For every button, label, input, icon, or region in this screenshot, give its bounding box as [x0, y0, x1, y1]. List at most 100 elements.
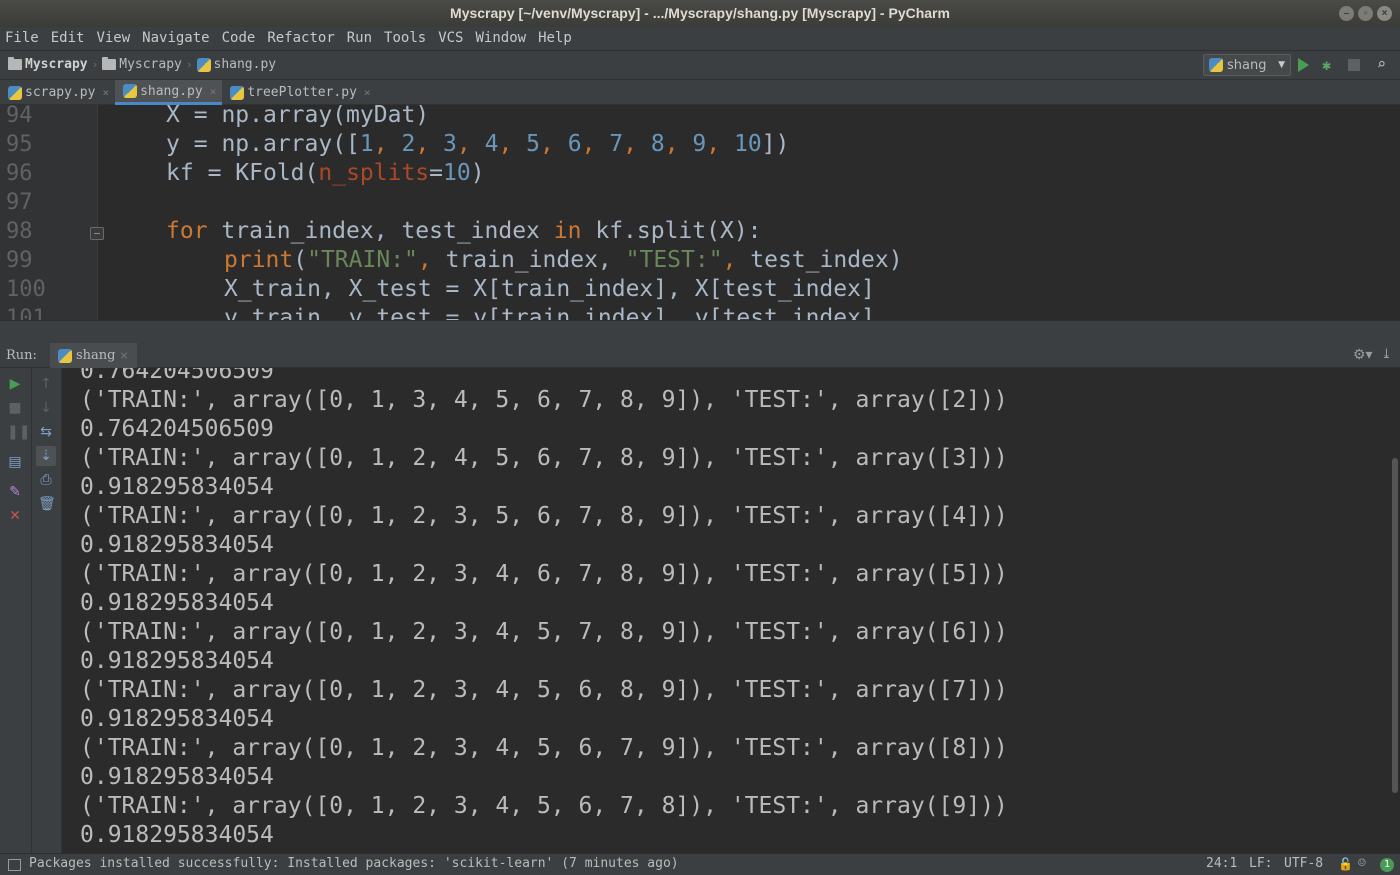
event-log-icon[interactable]: 1 [1380, 858, 1394, 872]
close-tab-icon[interactable]: × [120, 349, 129, 362]
console-line: 0.764204506509 [80, 416, 274, 442]
menu-code[interactable]: Code [216, 27, 262, 50]
close-tab-icon[interactable]: × [364, 86, 371, 99]
close-icon[interactable]: × [1377, 6, 1392, 21]
line-separator[interactable]: LF: [1249, 856, 1272, 871]
chevron-down-icon: ▼ [1278, 60, 1285, 70]
console-line: ('TRAIN:', array([0, 1, 3, 4, 5, 6, 7, 8… [80, 387, 1008, 413]
arrow-down-icon[interactable]: ↓ [38, 400, 54, 416]
breadcrumb-folder[interactable]: Myscrapy [102, 57, 182, 72]
code-editor[interactable]: 94 95 96 97 98 99 100 101 X = np.array(m… [0, 105, 1400, 320]
status-message[interactable]: Packages installed successfully: Install… [29, 856, 679, 871]
run-icon[interactable] [1298, 58, 1309, 72]
python-file-icon [8, 85, 22, 100]
run-tab-shang[interactable]: shang × [50, 343, 137, 368]
code-line-98: for train_index, test_index in kf.split(… [166, 218, 762, 244]
status-bar: Packages installed successfully: Install… [0, 853, 1400, 875]
tab-label: scrapy.py [25, 85, 96, 100]
caret-position[interactable]: 24:1 [1206, 856, 1237, 871]
folder-icon [102, 57, 117, 70]
breadcrumb-separator: › [185, 58, 193, 71]
window-titlebar: Myscrapy [~/venv/Myscrapy] - .../Myscrap… [0, 0, 1400, 27]
inspector-icon[interactable]: ☺ [1358, 856, 1366, 871]
stop-icon[interactable] [1348, 59, 1360, 71]
menu-bar: File Edit View Navigate Code Refactor Ru… [0, 27, 1400, 50]
navigation-bar: Myscrapy › Myscrapy › shang.py shang ▼ ✱… [0, 50, 1400, 80]
hide-panel-icon[interactable]: ⤓ [1381, 347, 1392, 362]
run-tab-label: shang [76, 348, 116, 363]
maximize-icon[interactable]: ▫ [1358, 6, 1373, 21]
console-line: ('TRAIN:', array([0, 1, 2, 3, 4, 5, 7, 8… [80, 619, 1008, 645]
editor-tabs: scrapy.py × shang.py × treePlotter.py × [0, 80, 1400, 105]
toolbar-divider [31, 368, 32, 853]
run-panel-header: Run: shang × ⚙▾ ⤓ [0, 343, 1400, 368]
python-file-icon [230, 85, 245, 100]
breadcrumb: Myscrapy › Myscrapy › shang.py [8, 57, 276, 72]
line-number: 97 [6, 190, 33, 215]
close-icon[interactable]: ✕ [7, 508, 23, 524]
line-number: 95 [6, 132, 33, 157]
menu-refactor[interactable]: Refactor [261, 27, 340, 50]
python-file-icon [196, 57, 211, 72]
console-line: 0.764204506509 [80, 368, 274, 384]
console-scrollbar[interactable] [1392, 458, 1398, 793]
code-line-100: X_train, X_test = X[train_index], X[test… [224, 276, 875, 302]
debug-icon[interactable]: ✱ [1322, 57, 1336, 73]
tab-scrapy-py[interactable]: scrapy.py × [0, 80, 115, 105]
menu-help[interactable]: Help [532, 27, 578, 50]
line-number: 99 [6, 248, 33, 273]
fold-marker-icon[interactable] [90, 227, 104, 240]
python-file-icon [123, 84, 138, 98]
console-line: ('TRAIN:', array([0, 1, 2, 3, 4, 5, 6, 7… [80, 793, 1008, 819]
run-configuration-select[interactable]: shang ▼ [1203, 54, 1291, 76]
menu-file[interactable]: File [0, 27, 45, 50]
run-panel-label: Run: [6, 348, 37, 363]
menu-edit[interactable]: Edit [45, 27, 91, 50]
scroll-to-end-icon[interactable]: ⇣ [36, 446, 56, 466]
breadcrumb-file[interactable]: shang.py [196, 57, 277, 72]
console-line: 0.918295834054 [80, 590, 274, 616]
menu-run[interactable]: Run [341, 27, 378, 50]
arrow-up-icon[interactable]: ↑ [38, 376, 54, 392]
window-controls: – ▫ × [1339, 6, 1392, 21]
tab-treeplotter-py[interactable]: treePlotter.py × [222, 80, 376, 105]
menu-tools[interactable]: Tools [378, 27, 432, 50]
code-line-99: print("TRAIN:", train_index, "TEST:", te… [224, 247, 903, 273]
close-tab-icon[interactable]: × [210, 85, 217, 98]
console-line: 0.918295834054 [80, 764, 274, 790]
code-line-95: y = np.array([1, 2, 3, 4, 5, 6, 7, 8, 9,… [166, 131, 790, 157]
tool-windows-icon[interactable] [8, 859, 21, 871]
run-console-output[interactable]: 0.764204506509 ('TRAIN:', array([0, 1, 3… [62, 368, 1400, 853]
window-title: Myscrapy [~/venv/Myscrapy] - .../Myscrap… [450, 5, 950, 21]
lock-icon[interactable]: 🔓 [1338, 857, 1353, 871]
restore-layout-icon[interactable]: ▤ [7, 454, 23, 470]
pause-icon[interactable]: ❚❚ [7, 424, 30, 440]
close-tab-icon[interactable]: × [102, 86, 109, 99]
print-icon[interactable]: ⎙ [38, 472, 54, 488]
search-icon[interactable]: ⌕ [1377, 56, 1393, 72]
gear-icon[interactable]: ⚙▾ [1353, 347, 1373, 363]
menu-window[interactable]: Window [470, 27, 533, 50]
console-line: ('TRAIN:', array([0, 1, 2, 3, 5, 6, 7, 8… [80, 503, 1008, 529]
editor-scrollbar[interactable] [1386, 105, 1400, 320]
breadcrumb-project[interactable]: Myscrapy [8, 57, 88, 72]
console-line: ('TRAIN:', array([0, 1, 2, 3, 4, 6, 7, 8… [80, 561, 1008, 587]
stop-icon[interactable]: ■ [7, 400, 23, 416]
menu-navigate[interactable]: Navigate [136, 27, 215, 50]
code-line-94: X = np.array(myDat) [166, 105, 430, 128]
menu-vcs[interactable]: VCS [432, 27, 469, 50]
breadcrumb-file-label: shang.py [213, 57, 277, 72]
menu-view[interactable]: View [90, 27, 136, 50]
pin-tab-icon[interactable]: ✎ [7, 484, 23, 500]
trash-icon[interactable]: 🗑 [38, 496, 56, 512]
soft-wrap-icon[interactable]: ⇆ [38, 424, 54, 440]
console-line: 0.918295834054 [80, 822, 274, 848]
tab-shang-py[interactable]: shang.py × [115, 80, 223, 105]
panel-splitter[interactable] [0, 320, 1400, 343]
minimize-icon[interactable]: – [1339, 6, 1354, 21]
rerun-icon[interactable]: ▶ [7, 376, 23, 392]
breadcrumb-folder-label: Myscrapy [119, 57, 182, 72]
file-encoding[interactable]: UTF-8 [1284, 856, 1323, 871]
line-number: 100 [6, 277, 46, 302]
line-number: 94 [6, 105, 33, 128]
